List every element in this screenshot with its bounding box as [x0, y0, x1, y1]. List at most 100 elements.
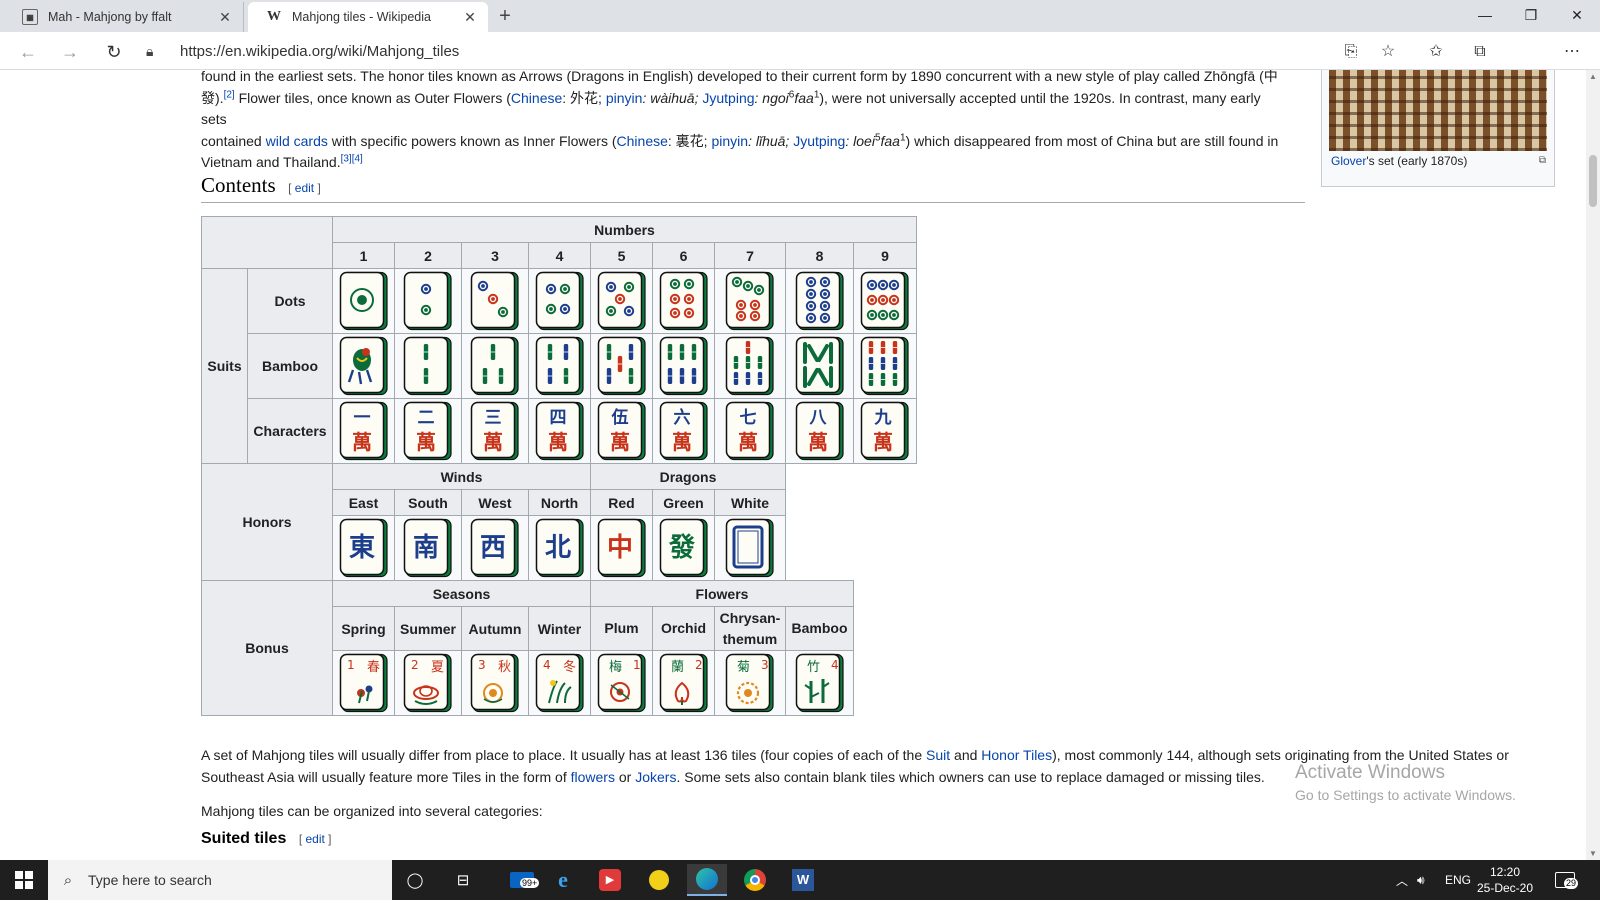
bamboo-tile-7-image[interactable]: [725, 336, 775, 396]
season-tile-summer-image[interactable]: 2夏: [403, 653, 453, 713]
characters-tile-9[interactable]: 九萬: [853, 398, 917, 464]
dragon-tile-green[interactable]: 發: [652, 515, 715, 581]
jyutping-link[interactable]: Jyutping: [702, 90, 754, 106]
season-tile-autumn[interactable]: 3秋: [461, 650, 529, 716]
scrollbar-thumb[interactable]: [1589, 155, 1597, 207]
characters-tile-6[interactable]: 六萬: [652, 398, 715, 464]
characters-tile-7[interactable]: 七萬: [714, 398, 786, 464]
season-tile-autumn-image[interactable]: 3秋: [470, 653, 520, 713]
new-tab-button[interactable]: +: [492, 3, 518, 29]
suit-link[interactable]: Suit: [926, 747, 950, 763]
bamboo-tile-8-image[interactable]: [795, 336, 845, 396]
favorites-icon[interactable]: ✩: [1422, 38, 1450, 66]
edge-browser-icon[interactable]: [687, 864, 727, 896]
glover-link[interactable]: Glover: [1331, 154, 1366, 168]
dragon-tile-white[interactable]: [714, 515, 786, 581]
season-tile-spring[interactable]: 1春: [332, 650, 395, 716]
dots-tile-1-image[interactable]: [339, 271, 389, 331]
more-menu-icon[interactable]: ⋯: [1558, 38, 1586, 66]
dots-tile-8-image[interactable]: [795, 271, 845, 331]
flower-tile-1[interactable]: 1梅: [590, 650, 653, 716]
flower-tile-3-image[interactable]: 3菊: [725, 653, 775, 713]
characters-tile-7-image[interactable]: 七萬: [725, 401, 775, 461]
dragon-tile-red[interactable]: 中: [590, 515, 653, 581]
mail-icon[interactable]: 99+: [502, 864, 542, 896]
app-red-icon[interactable]: ▶: [590, 864, 630, 896]
refresh-button[interactable]: ↻: [100, 38, 128, 66]
bamboo-tile-4[interactable]: [528, 333, 591, 399]
word-icon[interactable]: W: [783, 864, 823, 896]
dots-tile-4-image[interactable]: [535, 271, 585, 331]
dots-tile-7[interactable]: [714, 268, 786, 334]
flowers-link[interactable]: flowers: [571, 769, 615, 785]
cortana-icon[interactable]: ◯: [395, 864, 435, 896]
characters-tile-3-image[interactable]: 三萬: [470, 401, 520, 461]
edit-link[interactable]: edit: [295, 181, 314, 195]
taskbar-search-box[interactable]: ⌕ Type here to search: [48, 860, 392, 900]
dots-tile-4[interactable]: [528, 268, 591, 334]
dots-tile-8[interactable]: [785, 268, 854, 334]
pinyin-link[interactable]: pinyin: [606, 90, 643, 106]
dragon-tile-white-image[interactable]: [725, 518, 775, 578]
scroll-up-arrow-icon[interactable]: ▲: [1589, 72, 1597, 81]
volume-icon[interactable]: 🔊︎: [1417, 860, 1425, 900]
flower-tile-2-image[interactable]: 2蘭: [659, 653, 709, 713]
chrome-icon[interactable]: [735, 864, 775, 896]
glovers-set-image[interactable]: [1329, 70, 1547, 151]
wild-cards-link[interactable]: wild cards: [266, 133, 328, 149]
bamboo-tile-2-image[interactable]: [403, 336, 453, 396]
bamboo-tile-3-image[interactable]: [470, 336, 520, 396]
flower-tile-1-image[interactable]: 1梅: [597, 653, 647, 713]
characters-tile-5[interactable]: 伍萬: [590, 398, 653, 464]
taskbar-clock[interactable]: 12:20 25-Dec-20: [1474, 864, 1536, 896]
characters-tile-1[interactable]: 一萬: [332, 398, 395, 464]
wind-tile-south-image[interactable]: 南: [403, 518, 453, 578]
bamboo-tile-1[interactable]: [332, 333, 395, 399]
flower-tile-3[interactable]: 3菊: [714, 650, 786, 716]
forward-button[interactable]: →: [56, 38, 84, 66]
bamboo-tile-8[interactable]: [785, 333, 854, 399]
jyutping-link[interactable]: Jyutping: [793, 133, 845, 149]
characters-tile-4[interactable]: 四萬: [528, 398, 591, 464]
back-button[interactable]: ←: [14, 38, 42, 66]
characters-tile-4-image[interactable]: 四萬: [535, 401, 585, 461]
characters-tile-5-image[interactable]: 伍萬: [597, 401, 647, 461]
wind-tile-west-image[interactable]: 西: [470, 518, 520, 578]
close-icon[interactable]: ✕: [217, 9, 233, 26]
characters-tile-6-image[interactable]: 六萬: [659, 401, 709, 461]
dragon-tile-green-image[interactable]: 發: [659, 518, 709, 578]
bamboo-tile-7[interactable]: [714, 333, 786, 399]
language-indicator[interactable]: ENG: [1445, 860, 1471, 900]
citation-link[interactable]: [2]: [224, 89, 235, 100]
wind-tile-east-image[interactable]: 東: [339, 518, 389, 578]
close-window-button[interactable]: ✕: [1554, 0, 1600, 32]
wind-tile-south[interactable]: 南: [394, 515, 462, 581]
wind-tile-north[interactable]: 北: [528, 515, 591, 581]
citation-link[interactable]: [3][4]: [341, 153, 363, 164]
season-tile-winter[interactable]: 4冬: [528, 650, 591, 716]
dots-tile-2-image[interactable]: [403, 271, 453, 331]
dots-tile-1[interactable]: [332, 268, 395, 334]
characters-tile-1-image[interactable]: 一萬: [339, 401, 389, 461]
bamboo-tile-5[interactable]: [590, 333, 653, 399]
bamboo-tile-6-image[interactable]: [659, 336, 709, 396]
characters-tile-3[interactable]: 三萬: [461, 398, 529, 464]
wind-tile-west[interactable]: 西: [461, 515, 529, 581]
jokers-link[interactable]: Jokers: [635, 769, 676, 785]
characters-tile-8-image[interactable]: 八萬: [795, 401, 845, 461]
season-tile-summer[interactable]: 2夏: [394, 650, 462, 716]
wind-tile-north-image[interactable]: 北: [535, 518, 585, 578]
chinese-link[interactable]: Chinese: [511, 90, 562, 106]
dots-tile-7-image[interactable]: [725, 271, 775, 331]
scroll-down-arrow-icon[interactable]: ▼: [1589, 849, 1597, 858]
app-yellow-icon[interactable]: [639, 864, 679, 896]
close-icon[interactable]: ✕: [462, 9, 478, 26]
flower-tile-4[interactable]: 4竹: [785, 650, 854, 716]
internet-explorer-icon[interactable]: e: [543, 864, 583, 896]
characters-tile-2-image[interactable]: 二萬: [403, 401, 453, 461]
bamboo-tile-5-image[interactable]: [597, 336, 647, 396]
enlarge-icon[interactable]: ⧉: [1539, 155, 1546, 166]
bamboo-tile-2[interactable]: [394, 333, 462, 399]
flower-tile-2[interactable]: 2蘭: [652, 650, 715, 716]
address-bar[interactable]: 🔒︎ https://en.wikipedia.org/wiki/Mahjong…: [146, 36, 1396, 66]
